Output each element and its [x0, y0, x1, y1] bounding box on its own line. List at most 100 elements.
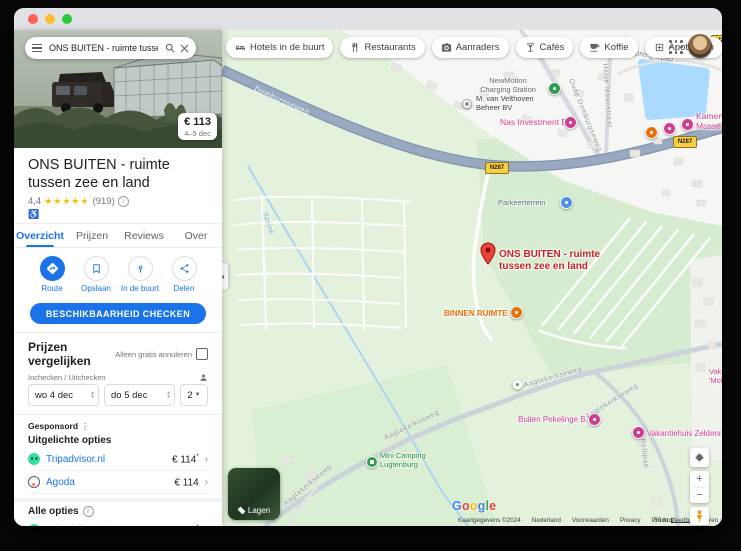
info-icon[interactable]: i [118, 196, 129, 207]
sponsored-label: Gesponsord [28, 421, 78, 431]
pegman-icon [695, 510, 704, 523]
lodging-icon[interactable] [588, 413, 601, 426]
route-badge-n287: N287 [485, 162, 509, 174]
guest-count-select[interactable]: 2 ▼ [180, 384, 208, 406]
rating-score: 4,4 [28, 196, 41, 207]
tab-bar: Overzicht Prijzen Reviews Over [14, 223, 222, 248]
ev-charging-icon[interactable] [548, 82, 561, 95]
route-button[interactable]: Route [32, 256, 72, 293]
nearby-icon [135, 263, 146, 274]
poi-parkeerterrein[interactable]: Parkeerterrein [498, 199, 546, 208]
poi-destination-label[interactable]: ONS BUITEN - ruimtetussen zee en land [499, 249, 600, 273]
chip-aanraders[interactable]: Aanraders [432, 37, 509, 58]
window-titlebar[interactable] [14, 8, 722, 30]
poi-binnen-ruimte[interactable]: BINNEN RUIMTE [444, 309, 506, 318]
checkin-checkout-label: Inchecken / Uitchecken [28, 373, 199, 382]
browser-window: € 113 4–5 dec ONS BUITEN - ruimte tussen… [14, 8, 722, 526]
rating-row[interactable]: 4,4 ★★★★★ (919) i [28, 196, 208, 207]
action-buttons: Route Opslaan In de buurt Delen [14, 248, 222, 299]
search-input[interactable] [47, 42, 160, 54]
chevron-down-icon: ▼ [195, 392, 201, 398]
tab-reviews[interactable]: Reviews [118, 224, 170, 247]
close-window-button[interactable] [28, 14, 38, 24]
terms-link[interactable]: Voorwaarden [572, 517, 609, 524]
chip-koffie[interactable]: Koffie [580, 37, 637, 58]
tab-over[interactable]: Over [170, 224, 222, 247]
poi-vakantiehuis-zeldenrust[interactable]: Vakantiehuis Zeldenrust [647, 429, 722, 438]
category-chip-bar: Hotels in de buurt Restaurants Aanraders… [226, 37, 722, 58]
poi-newmotion-charging-station[interactable]: NewMotionCharging Station [470, 76, 546, 94]
pegman-button[interactable] [690, 507, 709, 525]
park-tree-icon [512, 379, 523, 390]
tab-overzicht[interactable]: Overzicht [14, 224, 66, 247]
restaurant-poi-icon[interactable] [645, 126, 658, 139]
offer-site-link[interactable]: Agoda [46, 477, 168, 488]
chip-hotels[interactable]: Hotels in de buurt [226, 37, 333, 58]
review-count: (919) [93, 196, 115, 207]
checkin-date-field[interactable]: wo 4 dec ▴▾ [28, 384, 99, 406]
agoda-icon [28, 476, 40, 488]
poi-mini-camping-lugtenburg[interactable]: Mini CampingLugtenburg [380, 451, 444, 469]
tab-prijzen[interactable]: Prijzen [66, 224, 118, 247]
share-icon [179, 263, 190, 274]
pharmacy-icon [654, 42, 665, 53]
check-availability-button[interactable]: BESCHIKBAARHEID CHECKEN [30, 303, 206, 324]
offer-site-link[interactable]: Tripadvisor.nl [46, 525, 166, 526]
poi-buiten-pekelinge[interactable]: Buiten Pekelinge B.V [518, 415, 593, 424]
place-title: ONS BUITEN - ruimte tussen zee en land [28, 156, 208, 192]
date-stepper-icon[interactable]: ▴▾ [91, 391, 94, 399]
restaurant-icon [349, 42, 360, 53]
compare-prices-heading: Prijzen vergelijken [28, 340, 115, 368]
coffee-icon [589, 42, 600, 53]
date-stepper-icon[interactable]: ▴▾ [167, 391, 170, 399]
featured-options-label: Uitgelichte opties [28, 435, 208, 446]
destination-pin-icon[interactable] [480, 242, 496, 270]
restaurant-poi-icon[interactable] [510, 306, 523, 319]
zoom-in-button[interactable]: + [690, 472, 709, 487]
place-details-panel: € 113 4–5 dec ONS BUITEN - ruimte tussen… [14, 30, 222, 526]
lodging-icon[interactable] [632, 426, 645, 439]
poi-vakantiepark-clipped[interactable]: Vakanti'Mole [709, 367, 722, 385]
chevron-right-icon: › [205, 525, 208, 526]
chip-restaurants[interactable]: Restaurants [340, 37, 424, 58]
all-options-label: Alle opties [28, 506, 79, 517]
info-icon[interactable]: i [83, 506, 94, 517]
google-apps-icon[interactable] [669, 40, 683, 54]
poi-kamerverhuur-mossels[interactable]: KamerverhuurMossels&Meer [696, 111, 722, 131]
chip-cafes[interactable]: Cafés [516, 37, 574, 58]
zoom-control: + − [690, 471, 709, 503]
map-canvas[interactable]: Hotels in de buurt Restaurants Aanraders… [222, 30, 722, 526]
save-button[interactable]: Opslaan [76, 256, 116, 293]
privacy-link[interactable]: Privacy [620, 517, 641, 524]
checkout-date-field[interactable]: do 5 dec ▴▾ [104, 384, 175, 406]
price-value: € 113 [184, 116, 211, 128]
poi-van-velthoven-beheer[interactable]: M. van VelthovenBeheer BV [476, 94, 546, 112]
business-dot-icon[interactable] [462, 99, 472, 109]
search-bar[interactable] [25, 37, 196, 59]
price-badge[interactable]: € 113 4–5 dec [178, 113, 217, 140]
free-cancellation-checkbox[interactable] [196, 348, 208, 360]
minimize-window-button[interactable] [45, 14, 55, 24]
chevron-right-icon: › [205, 477, 208, 488]
menu-icon[interactable] [32, 44, 42, 52]
kebab-menu-icon[interactable]: ⋮ [81, 422, 89, 431]
share-button[interactable]: Delen [164, 256, 204, 293]
search-icon[interactable] [165, 43, 175, 53]
my-location-button[interactable] [690, 448, 709, 467]
nearby-button[interactable]: In de buurt [120, 256, 160, 293]
offer-row-tripadvisor[interactable]: Tripadvisor.nl € 114* › [28, 519, 208, 526]
guest-icon [199, 373, 208, 382]
maximize-window-button[interactable] [62, 14, 72, 24]
parking-poi-icon[interactable] [560, 196, 573, 209]
lodging-icon[interactable] [681, 118, 694, 131]
offer-row-tripadvisor[interactable]: Tripadvisor.nl € 114* › [28, 448, 208, 471]
close-icon[interactable] [180, 44, 189, 53]
account-avatar[interactable] [688, 34, 712, 58]
zoom-out-button[interactable]: − [690, 488, 709, 503]
offer-row-agoda[interactable]: Agoda € 114 › [28, 471, 208, 494]
offer-site-link[interactable]: Tripadvisor.nl [46, 454, 166, 465]
layers-widget[interactable]: Lagen [228, 468, 280, 520]
lodging-icon[interactable] [663, 122, 676, 135]
lodging-icon[interactable] [564, 116, 577, 129]
campground-icon[interactable] [366, 456, 378, 468]
